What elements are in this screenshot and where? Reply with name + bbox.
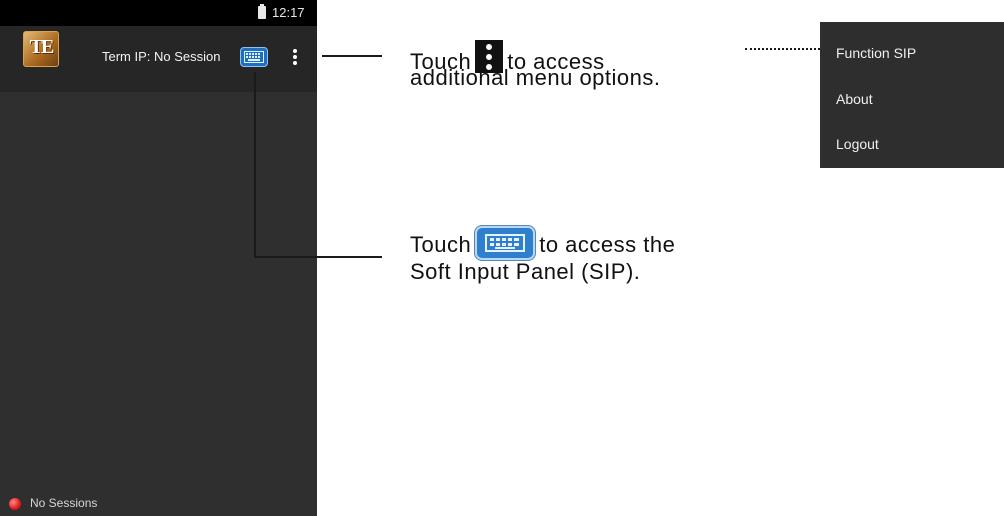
sip-callout-line-vertical — [254, 72, 256, 257]
sip-callout-line-horizontal — [254, 256, 382, 258]
more-vert-icon[interactable] — [289, 47, 301, 67]
keyboard-icon — [475, 226, 536, 260]
status-dot-icon — [9, 498, 21, 510]
term-ip-label: Term IP: No Session — [102, 49, 221, 64]
app-logo: TE — [23, 31, 59, 67]
menu-callout-line — [322, 55, 382, 57]
keyboard-icon[interactable] — [240, 47, 268, 67]
menu-item-about[interactable]: About — [836, 91, 873, 107]
menu-item-logout[interactable]: Logout — [836, 136, 879, 152]
battery-icon — [258, 4, 266, 19]
sip-callout: Touch to access the Soft Input Panel (SI… — [410, 226, 675, 284]
menu-item-function-sip[interactable]: Function SIP — [836, 45, 916, 61]
session-status: No Sessions — [9, 496, 97, 510]
dotted-connector — [745, 48, 820, 50]
menu-callout: Touch to access additional menu options. — [410, 40, 661, 90]
more-vert-icon — [475, 40, 504, 73]
device-screen: 12:17 TE Term IP: No Session No Sessions — [0, 0, 317, 516]
overflow-menu: Function SIP About Logout — [820, 22, 1004, 168]
clock: 12:17 — [272, 5, 305, 20]
status-bar: 12:17 — [0, 0, 317, 26]
